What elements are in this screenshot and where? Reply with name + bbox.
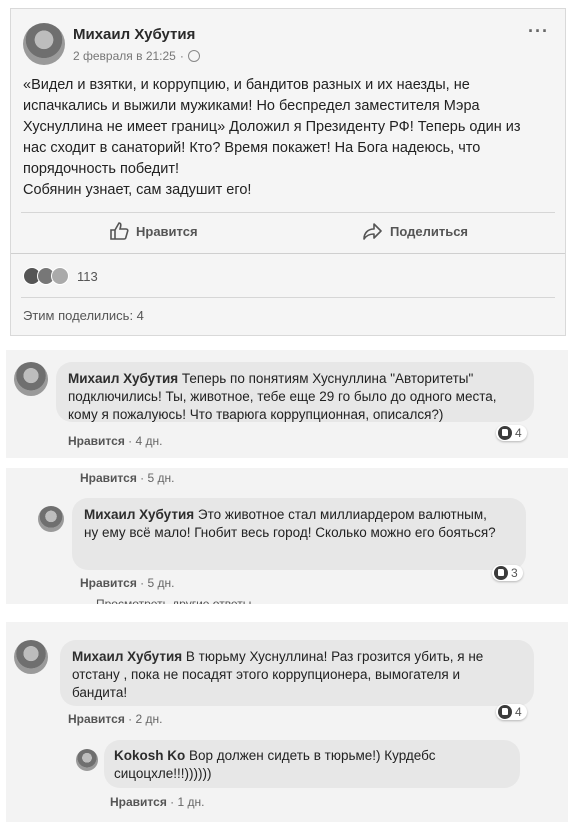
separator: ·: [140, 576, 145, 590]
comment-time[interactable]: 5 дн.: [148, 576, 175, 590]
separator: ·: [170, 795, 175, 809]
comment-time[interactable]: 2 дн.: [136, 712, 163, 726]
divider: [21, 212, 555, 213]
shares-count[interactable]: Этим поделились: 4: [23, 308, 144, 323]
wow-reaction-icon: [51, 267, 69, 285]
like-label: Нравится: [136, 223, 198, 239]
like-icon: [494, 566, 508, 580]
comment-panel: Нравится · 5 дн. Михаил Хубутия Это живо…: [6, 468, 568, 604]
divider: [11, 253, 565, 254]
comment-like-button[interactable]: Нравится: [68, 712, 125, 726]
comment-likes-count: 3: [511, 566, 518, 580]
comment-avatar[interactable]: [38, 506, 64, 532]
comment-bubble: Михаил Хубутия В тюрьму Хуснуллина! Раз …: [60, 640, 534, 706]
reply-author[interactable]: Kokosh Ko: [114, 748, 185, 763]
comment-likes-count: 4: [515, 705, 522, 719]
comment-actions: Нравится · 2 дн.: [68, 712, 163, 726]
comment-like-button[interactable]: Нравится: [68, 434, 125, 448]
comment-avatar[interactable]: [14, 362, 48, 396]
comment-likes[interactable]: 4: [496, 425, 527, 441]
reply-like-button[interactable]: Нравится: [110, 795, 167, 809]
comment-panel: Михаил Хубутия Теперь по понятиям Хуснул…: [6, 350, 568, 458]
globe-icon: [187, 50, 200, 62]
comment-time[interactable]: 4 дн.: [136, 434, 163, 448]
comment-likes[interactable]: 3: [492, 565, 523, 581]
comment-like-button[interactable]: Нравится: [80, 576, 137, 590]
post-card: Михаил Хубутия 2 февраля в 21:25 · ··· «…: [10, 8, 566, 336]
share-icon: [363, 223, 382, 240]
comment-likes-count: 4: [515, 426, 522, 440]
separator: ·: [140, 471, 145, 485]
like-button[interactable]: Нравится: [109, 222, 198, 240]
comment-time[interactable]: 5 дн.: [148, 471, 175, 485]
divider: [21, 297, 555, 298]
reactions-summary[interactable]: 113: [23, 267, 98, 285]
comment-author[interactable]: Михаил Хубутия: [72, 649, 182, 664]
share-label: Поделиться: [390, 223, 469, 239]
comment-actions: Нравится · 5 дн.: [80, 471, 175, 485]
reply-time[interactable]: 1 дн.: [178, 795, 205, 809]
thumbs-up-icon: [110, 222, 129, 240]
comment-author[interactable]: Михаил Хубутия: [84, 507, 194, 522]
comment-likes[interactable]: 4: [496, 704, 527, 720]
author-avatar[interactable]: [23, 23, 65, 65]
view-more-replies-link[interactable]: Просмотреть другие ответы: [96, 597, 251, 604]
reactions-count: 113: [77, 268, 98, 284]
share-button[interactable]: Поделиться: [363, 222, 468, 240]
post-date-text: 2 февраля в 21:25: [73, 49, 176, 63]
comment-actions: Нравится · 5 дн.: [80, 576, 175, 590]
reply-actions: Нравится · 1 дн.: [110, 795, 205, 809]
separator: ·: [179, 49, 184, 63]
comment-author[interactable]: Михаил Хубутия: [68, 371, 178, 386]
comment-actions: Нравится · 4 дн.: [68, 434, 163, 448]
comment-panel: Михаил Хубутия В тюрьму Хуснуллина! Раз …: [6, 622, 568, 822]
comment-like-button[interactable]: Нравится: [80, 471, 137, 485]
post-date[interactable]: 2 февраля в 21:25 ·: [73, 49, 200, 63]
like-icon: [498, 705, 512, 719]
comment-avatar[interactable]: [14, 640, 48, 674]
reply-bubble: Kokosh Ko Вор должен сидеть в тюрьме!) К…: [104, 740, 520, 788]
reply-avatar[interactable]: [76, 749, 98, 771]
like-icon: [498, 426, 512, 440]
comment-bubble: Михаил Хубутия Теперь по понятиям Хуснул…: [56, 362, 534, 422]
more-options-icon[interactable]: ···: [528, 21, 549, 42]
post-text: «Видел и взятки, и коррупцию, и бандитов…: [23, 77, 521, 198]
separator: ·: [128, 712, 133, 726]
comment-bubble: Михаил Хубутия Это животное стал миллиар…: [72, 498, 526, 570]
separator: ·: [128, 434, 133, 448]
post-author-name[interactable]: Михаил Хубутия: [73, 26, 195, 43]
